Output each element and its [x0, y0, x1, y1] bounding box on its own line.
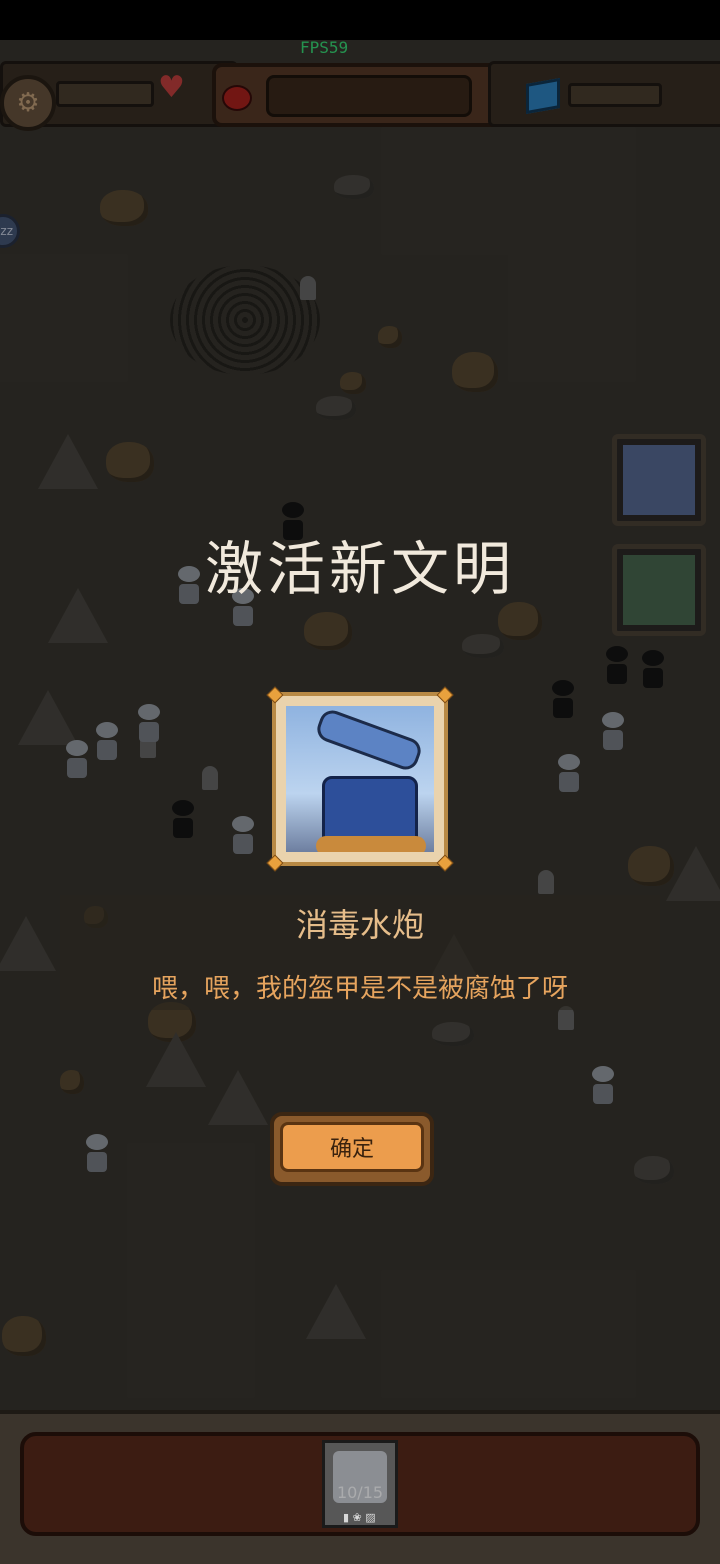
- confirm-label: 确定: [280, 1122, 424, 1172]
- disinfectant-cannon-image: [286, 706, 434, 852]
- unit-slot[interactable]: 10/15 ▮ ❀ ▨: [322, 1440, 398, 1528]
- unit-description: 喂，喂，我的盔甲是不是被腐蚀了呀: [151, 974, 568, 1004]
- confirm-button[interactable]: 确定: [270, 1112, 434, 1186]
- popup-title: 激活新文明: [204, 535, 515, 603]
- system-status-bar: [0, 0, 720, 40]
- slot-count: 10/15: [336, 1483, 384, 1502]
- unit-name: 消毒水炮: [295, 906, 424, 944]
- unit-portrait-card: [266, 686, 454, 872]
- slot-status-icons: ▮ ❀ ▨: [343, 1511, 376, 1524]
